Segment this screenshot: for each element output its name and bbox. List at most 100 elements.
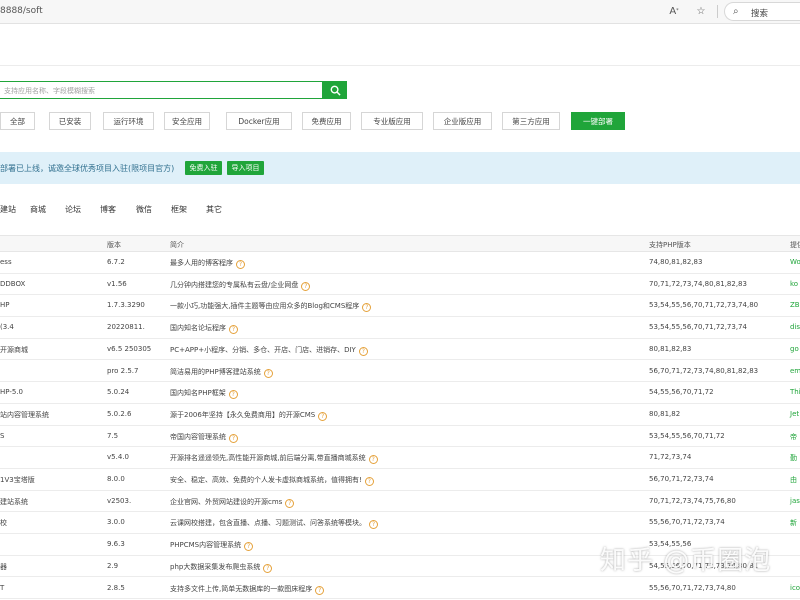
- subcategory-tab[interactable]: 建站: [0, 204, 16, 215]
- table-row[interactable]: 校 3.0.0 云课网校搭建，包含直播、点播、习题测试、问答系统等模块。? 55,56…: [0, 512, 800, 535]
- browser-search-box[interactable]: ⌕ 搜索: [724, 2, 800, 21]
- cell-version: v2503.: [107, 497, 131, 505]
- cell-provider: 由: [790, 475, 797, 485]
- cell-php-versions-text: 55,56,70,71,72,73,74,80: [649, 583, 736, 592]
- help-icon[interactable]: ?: [368, 455, 378, 465]
- cell-version-text: 1.7.3.3290: [107, 301, 145, 310]
- cell-provider-text: em: [790, 366, 800, 375]
- table-row[interactable]: 开源商城 v6.5 250305 PC+APP+小程序、分销、多仓、开店、门店、进销…: [0, 338, 800, 361]
- help-icon[interactable]: ?: [358, 346, 368, 356]
- category-button[interactable]: Docker应用: [226, 112, 292, 130]
- read-aloud-icon[interactable]: A *: [667, 4, 681, 18]
- subcategory-tab[interactable]: 博客: [100, 204, 116, 215]
- cell-provider: ico: [790, 584, 800, 592]
- category-button[interactable]: 全部: [0, 112, 35, 130]
- cell-php-versions: 56,70,71,72,73,74: [649, 475, 714, 483]
- table-row[interactable]: DDBOX v1.56 几分钟内搭建您的专属私有云盘/企业网盘? 70,71,72,7…: [0, 273, 800, 296]
- cell-description-text: 安全、稳定、高效、免费的个人发卡虚拟商城系统，值得拥有!: [170, 476, 362, 484]
- table-row[interactable]: 建站系统 v2503. 企业官网、外贸网站建设的开源cms? 70,71,72,73,…: [0, 490, 800, 513]
- help-icon[interactable]: ?: [236, 260, 245, 269]
- cell-description: 源于2006年坚持【永久免费商用】的开源CMS?: [170, 410, 328, 421]
- cell-provider: go: [790, 345, 799, 353]
- one-click-deploy-button[interactable]: 一键部署: [571, 112, 625, 130]
- table-row[interactable]: 站内容管理系统 5.0.2.6 源于2006年坚持【永久免费商用】的开源CMS? 80…: [0, 403, 800, 426]
- cell-description-text: 国内知名PHP框架: [170, 389, 226, 398]
- help-icon[interactable]: ?: [318, 411, 328, 421]
- cell-php-versions: 54,55,56,70,71,72: [649, 388, 714, 396]
- cell-php-versions: 74,80,81,82,83: [649, 258, 702, 266]
- search-button[interactable]: [323, 81, 347, 99]
- help-icon[interactable]: ?: [315, 585, 325, 595]
- help-icon[interactable]: ?: [369, 520, 378, 530]
- category-button[interactable]: 安全应用: [164, 112, 210, 130]
- cell-php-versions-text: 80,81,82,83: [649, 344, 692, 353]
- favorite-star-icon[interactable]: ☆: [694, 4, 708, 18]
- cell-name-text: 器: [0, 562, 7, 571]
- cell-php-versions: 80,81,82,83: [649, 345, 691, 353]
- table-header: 版本 简介 支持PHP版本 提供: [0, 235, 800, 252]
- cell-version: 6.7.2: [107, 258, 125, 266]
- subcategory-tab[interactable]: 微信: [136, 204, 152, 215]
- category-button[interactable]: 已安装: [49, 112, 91, 130]
- search-placeholder: 支持应用名称、字段模糊搜索: [4, 87, 95, 95]
- cell-provider-text: 新: [790, 519, 797, 528]
- help-icon[interactable]: ?: [285, 498, 295, 508]
- subcategory-tab[interactable]: 框架: [171, 204, 187, 215]
- table-row[interactable]: 1V3宝塔版 8.0.0 安全、稳定、高效、免费的个人发卡虚拟商城系统，值得拥有!?…: [0, 469, 800, 491]
- help-icon[interactable]: ?: [362, 303, 372, 313]
- help-icon[interactable]: ?: [229, 325, 238, 335]
- cell-name: S: [0, 432, 4, 440]
- address-bar[interactable]: 8888/soft: [0, 6, 43, 16]
- deploy-banner: 部署已上线，诚邀全球优秀项目入驻(限项目官方) 免费入驻 导入项目: [0, 152, 800, 184]
- subcategory-tab[interactable]: 论坛: [65, 204, 81, 215]
- table-row[interactable]: v5.4.0 开源排名遥遥领先,高性能开源商城,前后端分离,带直播商城系统? 71,…: [0, 447, 800, 469]
- cell-name-text: HP: [0, 301, 10, 310]
- cell-version: 8.0.0: [107, 475, 125, 483]
- cell-provider: Wo: [790, 258, 800, 266]
- cell-provider: 帝: [790, 432, 797, 442]
- table-row[interactable]: HP 1.7.3.3290 一款小巧,功能强大,插件主题等由应用众多的Blog和CM…: [0, 295, 800, 318]
- help-icon[interactable]: ?: [263, 563, 273, 573]
- cell-version-text: v6.5 250305: [107, 344, 152, 353]
- category-button[interactable]: 第三方应用: [502, 112, 560, 130]
- cell-name-text: 1V3宝塔版: [0, 476, 35, 484]
- table-row[interactable]: ess 6.7.2 最多人用的博客程序? 74,80,81,82,83 Wo: [0, 252, 800, 274]
- category-button[interactable]: 免费应用: [302, 112, 351, 130]
- help-icon[interactable]: ?: [263, 368, 273, 378]
- cell-provider-text: Jet: [790, 409, 800, 418]
- help-icon[interactable]: ?: [228, 390, 238, 400]
- cell-version: v5.4.0: [107, 453, 129, 461]
- header-provider: 提供: [790, 241, 800, 249]
- cell-provider: Thi: [790, 388, 800, 396]
- app-search-input[interactable]: 支持应用名称、字段模糊搜索: [0, 81, 323, 99]
- category-button[interactable]: 企业版应用: [433, 112, 492, 130]
- cell-provider-text: ico: [790, 583, 800, 592]
- cell-provider-text: jas: [790, 496, 800, 505]
- import-project-button[interactable]: 导入项目: [227, 161, 264, 175]
- table-row[interactable]: T 2.8.5 支持多文件上传,简单无数据库的一款图床程序? 55,56,70,71,…: [0, 577, 800, 600]
- cell-name-text: (3.4: [0, 323, 14, 332]
- subcategory-tab[interactable]: 其它: [206, 204, 222, 215]
- table-row[interactable]: (3.4 20220811. 国内知名论坛程序? 53,54,55,56,70,71,…: [0, 317, 800, 339]
- cell-version-text: 2.8.5: [107, 583, 125, 592]
- free-join-button[interactable]: 免费入驻: [185, 161, 222, 175]
- subcategory-tab[interactable]: 商城: [30, 204, 46, 215]
- cell-description: 帝国内容管理系统?: [170, 432, 238, 443]
- help-icon[interactable]: ?: [229, 433, 238, 443]
- cell-version: 1.7.3.3290: [107, 301, 145, 309]
- table-row[interactable]: S 7.5 帝国内容管理系统? 53,54,55,56,70,71,72 帝: [0, 425, 800, 448]
- table-row[interactable]: HP-5.0 5.0.24 国内知名PHP框架? 54,55,56,70,71,72 T…: [0, 382, 800, 404]
- cell-description-text: php大数据采集发布爬虫系统: [170, 562, 261, 571]
- cell-description-text: 支持多文件上传,简单无数据库的一款图床程序: [170, 584, 313, 593]
- page-header: [0, 24, 800, 66]
- category-button[interactable]: 运行环境: [103, 112, 154, 130]
- category-button[interactable]: 专业版应用: [361, 112, 423, 130]
- cell-name-text: 校: [0, 519, 7, 528]
- help-icon[interactable]: ?: [301, 281, 311, 291]
- help-icon[interactable]: ?: [244, 542, 254, 552]
- toolbar-divider: [717, 5, 718, 18]
- cell-provider-text: 帝: [790, 432, 797, 441]
- help-icon[interactable]: ?: [364, 477, 374, 486]
- table-row[interactable]: pro 2.5.7 简洁易用的PHP博客建站系统? 56,70,71,72,73,7…: [0, 360, 800, 383]
- cell-version-text: 9.6.3: [107, 540, 125, 549]
